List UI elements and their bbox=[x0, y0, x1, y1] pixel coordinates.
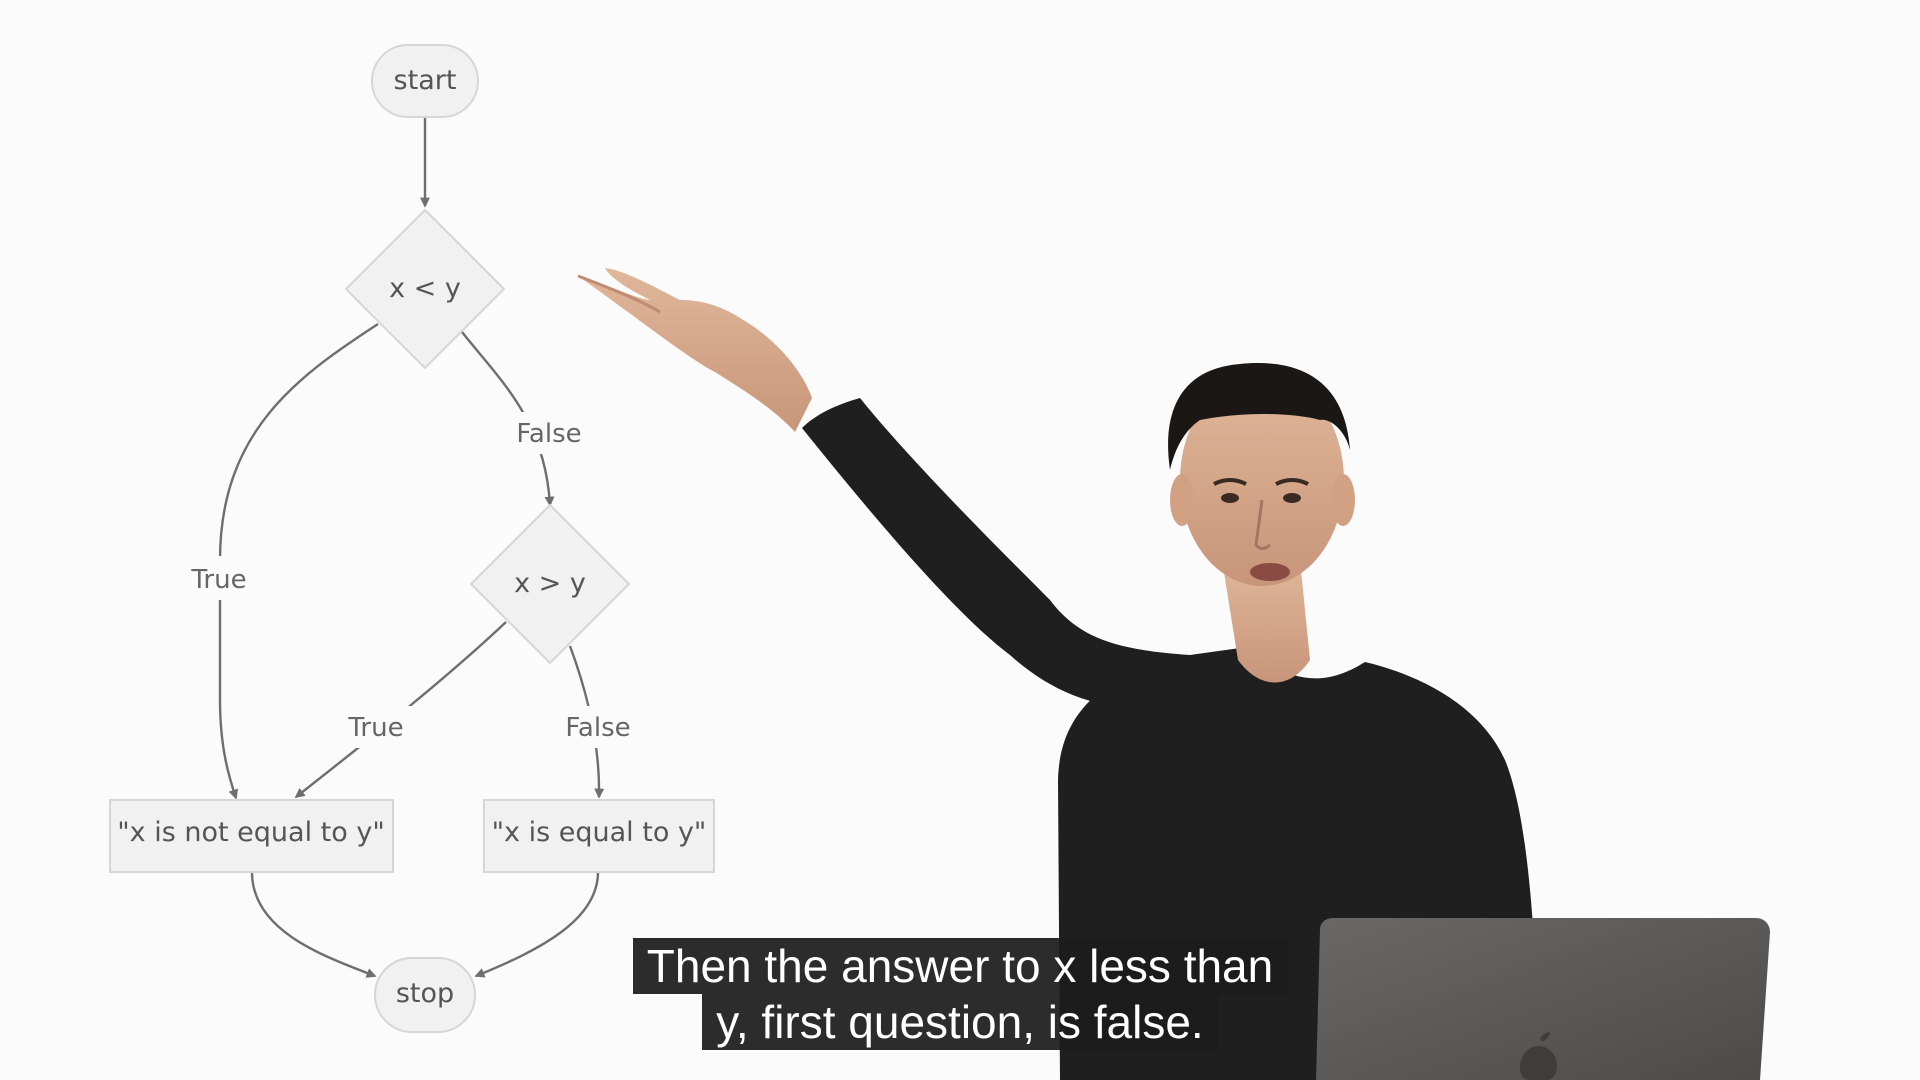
edge-label-cond2-false: False bbox=[565, 713, 630, 743]
presenter-arm bbox=[802, 398, 1200, 708]
decision-x-greater-than-y-label: x > y bbox=[514, 568, 586, 599]
output-node-equal: "x is equal to y" bbox=[483, 799, 715, 873]
start-node: start bbox=[371, 44, 479, 118]
presenter-hand bbox=[578, 268, 812, 432]
output-not-equal-label: "x is not equal to y" bbox=[117, 817, 385, 848]
output-equal-label: "x is equal to y" bbox=[492, 817, 707, 848]
edge-label-cond2-true: True bbox=[347, 713, 403, 743]
output-node-not-equal: "x is not equal to y" bbox=[109, 799, 394, 873]
video-frame: True False True False start x < y x > y … bbox=[109, 44, 1770, 1080]
edge-label-cond1-true: True bbox=[190, 565, 246, 595]
edge-label-cond1-false: False bbox=[516, 419, 581, 449]
flowchart: True False True False start x < y x > y … bbox=[109, 44, 715, 1033]
decision-x-less-than-y-label: x < y bbox=[389, 273, 461, 304]
decision-node-x-greater-than-y: x > y bbox=[469, 503, 631, 665]
subtitle-overlay: Then the answer to x less than y, first … bbox=[0, 938, 1920, 1050]
subtitle-line-1: Then the answer to x less than bbox=[632, 938, 1288, 994]
start-node-label: start bbox=[394, 65, 457, 96]
decision-node-x-less-than-y: x < y bbox=[344, 208, 506, 370]
subtitle-line-2: y, first question, is false. bbox=[702, 994, 1218, 1050]
